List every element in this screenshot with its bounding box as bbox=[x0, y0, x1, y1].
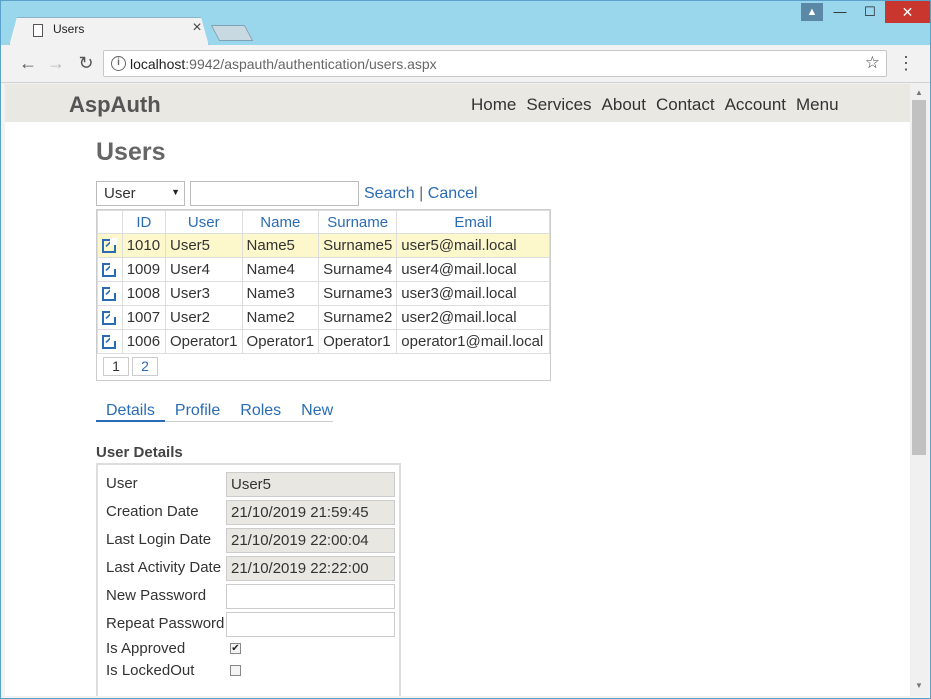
last-login-field: 21/10/2019 22:00:04 bbox=[226, 528, 395, 553]
edit-column-header bbox=[97, 210, 123, 234]
scroll-down-icon[interactable]: ▼ bbox=[915, 681, 923, 690]
tab-details[interactable]: Details bbox=[96, 400, 165, 422]
user-label: User bbox=[106, 475, 138, 492]
tab-new[interactable]: New bbox=[291, 400, 343, 422]
edit-icon[interactable] bbox=[102, 283, 117, 302]
column-header-id[interactable]: ID bbox=[121, 210, 166, 234]
is-lockedout-checkbox[interactable] bbox=[230, 665, 241, 676]
back-arrow-icon[interactable]: ← bbox=[17, 53, 39, 74]
tab-title: Users bbox=[53, 22, 85, 36]
bookmark-star-icon[interactable]: ☆ bbox=[865, 53, 880, 73]
tab-profile[interactable]: Profile bbox=[165, 400, 230, 422]
nav-menu[interactable]: Menu bbox=[796, 95, 839, 115]
details-panel: User User5 Creation Date 21/10/2019 21:5… bbox=[96, 463, 401, 696]
minimize-button[interactable]: — bbox=[827, 1, 853, 23]
page-1: 1 bbox=[103, 357, 129, 376]
is-lockedout-label: Is LockedOut bbox=[106, 662, 195, 679]
page-viewport: AspAuth Home Services About Contact Acco… bbox=[5, 84, 910, 696]
browser-menu-icon[interactable]: ⋮ bbox=[897, 53, 915, 74]
site-nav: Home Services About Contact Account Menu bbox=[471, 95, 839, 115]
edit-icon[interactable] bbox=[102, 307, 117, 326]
table-row[interactable]: 1008 User3 Name3 Surname3 user3@mail.loc… bbox=[97, 281, 550, 306]
edit-icon[interactable] bbox=[102, 259, 117, 278]
tab-close-icon[interactable]: × bbox=[189, 19, 205, 37]
info-icon[interactable]: i bbox=[111, 56, 126, 71]
nav-services[interactable]: Services bbox=[526, 95, 591, 115]
new-password-label: New Password bbox=[106, 587, 207, 604]
edit-icon[interactable] bbox=[102, 235, 117, 254]
is-approved-checkbox[interactable]: ✔ bbox=[230, 643, 241, 654]
table-row[interactable]: 1006 Operator1 Operator1 Operator1 opera… bbox=[97, 329, 550, 354]
table-row[interactable]: 1010 User5 Name5 Surname5 user5@mail.loc… bbox=[97, 233, 550, 258]
user-field: User5 bbox=[226, 472, 395, 497]
repeat-password-input[interactable] bbox=[226, 612, 395, 637]
page-icon bbox=[33, 24, 43, 37]
address-bar[interactable]: i localhost:9942/aspauth/authentication/… bbox=[103, 50, 887, 77]
table-row[interactable]: 1009 User4 Name4 Surname4 user4@mail.loc… bbox=[97, 257, 550, 282]
profile-icon[interactable]: ▲ bbox=[801, 3, 823, 21]
browser-toolbar: ← → ↻ i localhost:9942/aspauth/authentic… bbox=[1, 45, 930, 83]
is-approved-label: Is Approved bbox=[106, 640, 186, 657]
nav-contact[interactable]: Contact bbox=[656, 95, 715, 115]
page-title: Users bbox=[96, 138, 166, 166]
last-activity-field: 21/10/2019 22:22:00 bbox=[226, 556, 395, 581]
new-tab-button[interactable] bbox=[210, 25, 254, 41]
creation-date-label: Creation Date bbox=[106, 503, 199, 520]
new-password-input[interactable] bbox=[226, 584, 395, 609]
forward-arrow-icon[interactable]: → bbox=[45, 53, 67, 74]
site-brand[interactable]: AspAuth bbox=[69, 92, 161, 118]
search-input[interactable] bbox=[190, 181, 359, 206]
column-header-name[interactable]: Name bbox=[241, 210, 320, 234]
maximize-button[interactable]: ☐ bbox=[857, 1, 883, 23]
detail-tabs: Details Profile Roles New bbox=[96, 400, 333, 422]
table-row[interactable]: 1007 User2 Name2 Surname2 user2@mail.loc… bbox=[97, 305, 550, 330]
cancel-link[interactable]: Cancel bbox=[428, 185, 478, 202]
pager: 1 2 bbox=[97, 354, 550, 380]
nav-home[interactable]: Home bbox=[471, 95, 516, 115]
repeat-password-label: Repeat Password bbox=[106, 615, 225, 632]
nav-about[interactable]: About bbox=[602, 95, 646, 115]
users-grid: ID User Name Surname Email 1010 User5 Na… bbox=[96, 209, 551, 381]
title-bar: Users × ▲ — ☐ ✕ bbox=[1, 1, 930, 46]
details-title: User Details bbox=[96, 444, 183, 461]
search-actions: Search | Cancel bbox=[364, 185, 478, 202]
reload-icon[interactable]: ↻ bbox=[75, 53, 97, 74]
column-header-email[interactable]: Email bbox=[396, 210, 550, 234]
site-header: AspAuth Home Services About Contact Acco… bbox=[5, 84, 910, 122]
tab-roles[interactable]: Roles bbox=[230, 400, 291, 422]
last-login-label: Last Login Date bbox=[106, 531, 212, 548]
search-field-select[interactable]: User ▼ bbox=[96, 181, 185, 206]
scroll-up-icon[interactable]: ▲ bbox=[915, 88, 923, 97]
edit-icon[interactable] bbox=[102, 331, 117, 350]
chevron-down-icon: ▼ bbox=[171, 187, 180, 197]
creation-date-field: 21/10/2019 21:59:45 bbox=[226, 500, 395, 525]
vertical-scrollbar[interactable]: ▲ ▼ bbox=[910, 84, 929, 696]
nav-account[interactable]: Account bbox=[725, 95, 786, 115]
url-text[interactable]: localhost:9942/aspauth/authentication/us… bbox=[130, 56, 437, 72]
browser-window: Users × ▲ — ☐ ✕ ← → ↻ i localhost:9942/a… bbox=[0, 0, 931, 699]
scroll-thumb[interactable] bbox=[912, 100, 926, 455]
close-window-button[interactable]: ✕ bbox=[885, 1, 930, 23]
last-activity-label: Last Activity Date bbox=[106, 559, 222, 576]
page-2-link[interactable]: 2 bbox=[132, 357, 158, 376]
column-header-surname[interactable]: Surname bbox=[318, 210, 398, 234]
search-link[interactable]: Search bbox=[364, 185, 415, 202]
column-header-user[interactable]: User bbox=[164, 210, 243, 234]
